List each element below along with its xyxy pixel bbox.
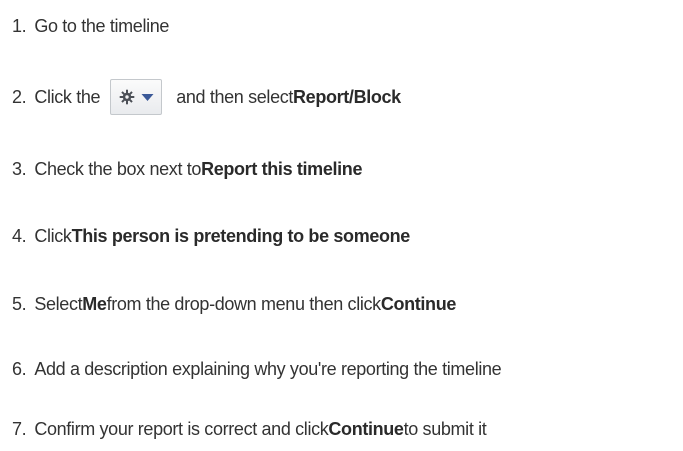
step-number: 1. [12,15,27,36]
step-emphasis: Me [82,293,107,314]
step-number: 7. [12,418,27,439]
step-text: Check the box next to [34,158,202,179]
step-text: Add a description explaining why you're … [34,358,502,379]
step-text: Click the [34,86,101,107]
step-text: and then select [176,86,294,107]
chevron-down-icon [141,93,154,101]
step-emphasis: This person is pretending to be someone [71,225,411,246]
step-number: 3. [12,158,27,179]
step-emphasis: Continue [380,293,457,314]
step-text: to submit it [403,418,487,439]
step-emphasis: Report this timeline [201,158,363,179]
step-emphasis: Report/Block [293,86,401,107]
step-text: Go to the timeline [34,15,170,36]
step-2: 2. Click the and then select Report/Bloc… [12,79,401,115]
step-7: 7. Confirm your report is correct and cl… [12,414,487,444]
step-5: 5. Select Me from the drop-down menu the… [12,289,456,319]
step-1: 1. Go to the timeline [12,11,169,41]
gear-dropdown-button[interactable] [110,79,163,115]
step-number: 5. [12,293,27,314]
step-4: 4. Click This person is pretending to be… [12,221,410,251]
step-text: Select [34,293,83,314]
step-6: 6. Add a description explaining why you'… [12,354,502,384]
step-text: Confirm your report is correct and click [34,418,329,439]
step-number: 4. [12,225,27,246]
step-text: Click [34,225,72,246]
step-text: from the drop-down menu then click [106,293,382,314]
step-emphasis: Continue [328,418,404,439]
step-3: 3. Check the box next to Report this tim… [12,154,362,184]
step-number: 2. [12,86,27,107]
step-number: 6. [12,358,27,379]
gear-icon [119,89,134,105]
